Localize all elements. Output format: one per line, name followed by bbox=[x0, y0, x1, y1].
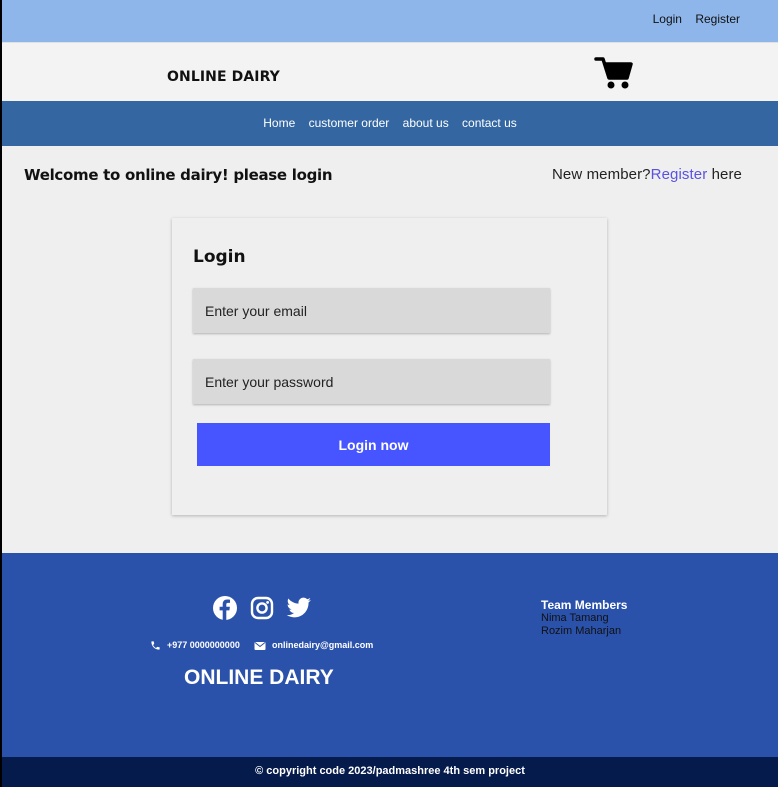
nav-customer-order[interactable]: customer order bbox=[309, 116, 390, 130]
phone-icon bbox=[151, 641, 160, 650]
instagram-icon[interactable] bbox=[249, 595, 275, 621]
new-member-prompt: New member?Register here bbox=[552, 166, 742, 183]
email-field[interactable] bbox=[193, 288, 550, 333]
facebook-icon[interactable] bbox=[212, 595, 238, 621]
team-members-title: Team Members bbox=[541, 598, 628, 612]
register-link[interactable]: Register bbox=[695, 12, 740, 26]
phone-number: +977 0000000000 bbox=[167, 640, 240, 650]
login-link[interactable]: Login bbox=[653, 12, 682, 26]
password-field[interactable] bbox=[193, 359, 550, 404]
top-links: Login Register bbox=[643, 12, 740, 26]
nav-home[interactable]: Home bbox=[263, 116, 295, 130]
email-contact: onlinedairy@gmail.com bbox=[254, 640, 373, 651]
main-nav: Home customer order about us contact us bbox=[2, 101, 778, 146]
envelope-icon bbox=[254, 641, 266, 650]
copyright-bar: © copyright code 2023/padmashree 4th sem… bbox=[2, 757, 778, 787]
welcome-message: Welcome to online dairy! please login bbox=[24, 166, 333, 184]
phone-contact: +977 0000000000 bbox=[150, 640, 240, 651]
top-bar: Login Register bbox=[2, 0, 778, 42]
brand-bar: ONLINE DAIRY bbox=[2, 42, 778, 102]
new-member-suffix: here bbox=[707, 166, 742, 183]
cart-icon[interactable] bbox=[594, 55, 634, 91]
nav-contact-us[interactable]: contact us bbox=[462, 116, 517, 130]
login-now-button[interactable]: Login now bbox=[197, 423, 550, 466]
footer: +977 0000000000 onlinedairy@gmail.com ON… bbox=[2, 553, 778, 757]
nav-about-us[interactable]: about us bbox=[403, 116, 449, 130]
team-member: Nima Tamang bbox=[541, 612, 609, 624]
twitter-icon[interactable] bbox=[286, 595, 312, 621]
login-card: Login Login now bbox=[172, 218, 607, 515]
site-logo-text[interactable]: ONLINE DAIRY bbox=[167, 69, 280, 85]
page: Login Register ONLINE DAIRY Home custome… bbox=[2, 0, 778, 787]
new-member-prefix: New member? bbox=[552, 166, 651, 183]
register-here-link[interactable]: Register bbox=[651, 166, 708, 183]
team-member: Rozim Maharjan bbox=[541, 625, 622, 637]
footer-brand: ONLINE DAIRY bbox=[184, 666, 334, 689]
email-address: onlinedairy@gmail.com bbox=[272, 640, 374, 650]
login-title: Login bbox=[193, 247, 246, 267]
